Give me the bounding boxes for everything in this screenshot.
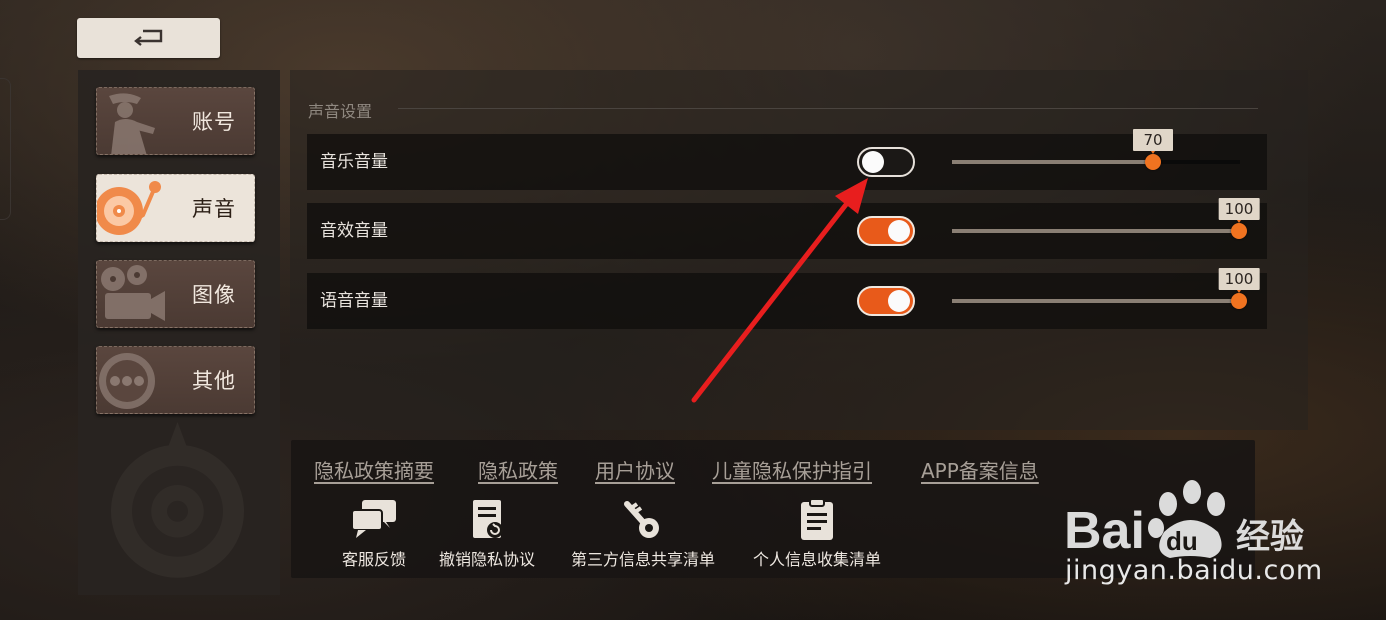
slider-value: 70 xyxy=(1133,129,1173,151)
agent-silhouette-icon xyxy=(109,93,155,154)
gear-emblem-icon xyxy=(111,422,244,578)
app-filing-link[interactable]: APP备案信息 xyxy=(921,455,1039,484)
sfx-volume-slider[interactable] xyxy=(952,229,1240,233)
row-label: 音乐音量 xyxy=(320,152,388,172)
action-label: 第三方信息共享清单 xyxy=(570,550,715,569)
privacy-policy-link[interactable]: 隐私政策 xyxy=(478,455,558,484)
film-camera-icon xyxy=(101,265,165,321)
turntable-icon xyxy=(97,181,161,235)
sfx-volume-row: 音效音量 100 xyxy=(307,198,1267,259)
sidebar-item-graphics[interactable]: 图像 xyxy=(96,260,255,328)
third-party-sharing-button[interactable]: 第三方信息共享清单 xyxy=(564,498,722,570)
sidebar-item-sound[interactable]: 声音 xyxy=(96,174,255,242)
personal-info-list-button[interactable]: 个人信息收集清单 xyxy=(746,498,888,570)
slider-fill xyxy=(952,299,1240,303)
slider-value: 100 xyxy=(1218,198,1260,220)
voice-volume-slider[interactable] xyxy=(952,299,1240,303)
section-divider xyxy=(398,108,1258,109)
privacy-summary-link[interactable]: 隐私政策摘要 xyxy=(314,455,434,484)
document-revoke-icon xyxy=(473,500,503,538)
key-icon xyxy=(624,501,659,538)
music-toggle[interactable] xyxy=(857,147,915,177)
action-label: 撤销隐私协议 xyxy=(438,550,535,569)
sidebar-item-label: 图像 xyxy=(192,283,236,307)
action-label: 客服反馈 xyxy=(341,550,406,569)
watermark-url: jingyan.baidu.com xyxy=(1065,555,1323,586)
slider-thumb[interactable] xyxy=(1231,287,1247,309)
slider-thumb[interactable] xyxy=(1145,148,1161,170)
child-privacy-link[interactable]: 儿童隐私保护指引 xyxy=(712,455,872,484)
row-label: 音效音量 xyxy=(320,221,388,241)
screen-edge-notch xyxy=(0,78,11,220)
sidebar-item-label: 其他 xyxy=(192,369,236,393)
music-volume-row: 音乐音量 70 xyxy=(307,129,1267,190)
sidebar-item-other[interactable]: 其他 xyxy=(96,346,255,414)
revoke-privacy-button[interactable]: 撤销隐私协议 xyxy=(433,498,541,570)
customer-feedback-button[interactable]: 客服反馈 xyxy=(336,498,412,570)
slider-fill xyxy=(952,160,1154,164)
voice-volume-row: 语音音量 100 xyxy=(307,268,1267,329)
svg-text:Bai: Bai xyxy=(1064,502,1145,560)
section-title: 声音设置 xyxy=(308,102,373,121)
more-dots-icon xyxy=(99,353,155,409)
svg-text:经验: 经验 xyxy=(1236,517,1304,557)
back-arrow-icon xyxy=(133,29,162,46)
toggle-knob xyxy=(888,220,910,242)
slider-thumb[interactable] xyxy=(1231,217,1247,239)
chat-bubbles-icon xyxy=(351,500,396,538)
slider-rest xyxy=(1153,160,1240,164)
clipboard-icon xyxy=(801,498,833,540)
sfx-toggle[interactable] xyxy=(857,216,915,246)
slider-value: 100 xyxy=(1218,268,1260,290)
row-label: 语音音量 xyxy=(320,291,388,311)
sidebar-item-label: 账号 xyxy=(192,110,236,134)
sidebar-item-label: 声音 xyxy=(192,197,236,221)
voice-toggle[interactable] xyxy=(857,286,915,316)
sidebar-item-account[interactable]: 账号 xyxy=(96,87,255,155)
music-volume-slider[interactable] xyxy=(952,160,1240,164)
toggle-knob xyxy=(862,151,884,173)
action-label: 个人信息收集清单 xyxy=(752,550,881,569)
back-button[interactable] xyxy=(77,18,220,58)
slider-fill xyxy=(952,229,1240,233)
user-agreement-link[interactable]: 用户协议 xyxy=(595,455,675,484)
toggle-knob xyxy=(888,290,910,312)
svg-text:du: du xyxy=(1166,526,1198,556)
